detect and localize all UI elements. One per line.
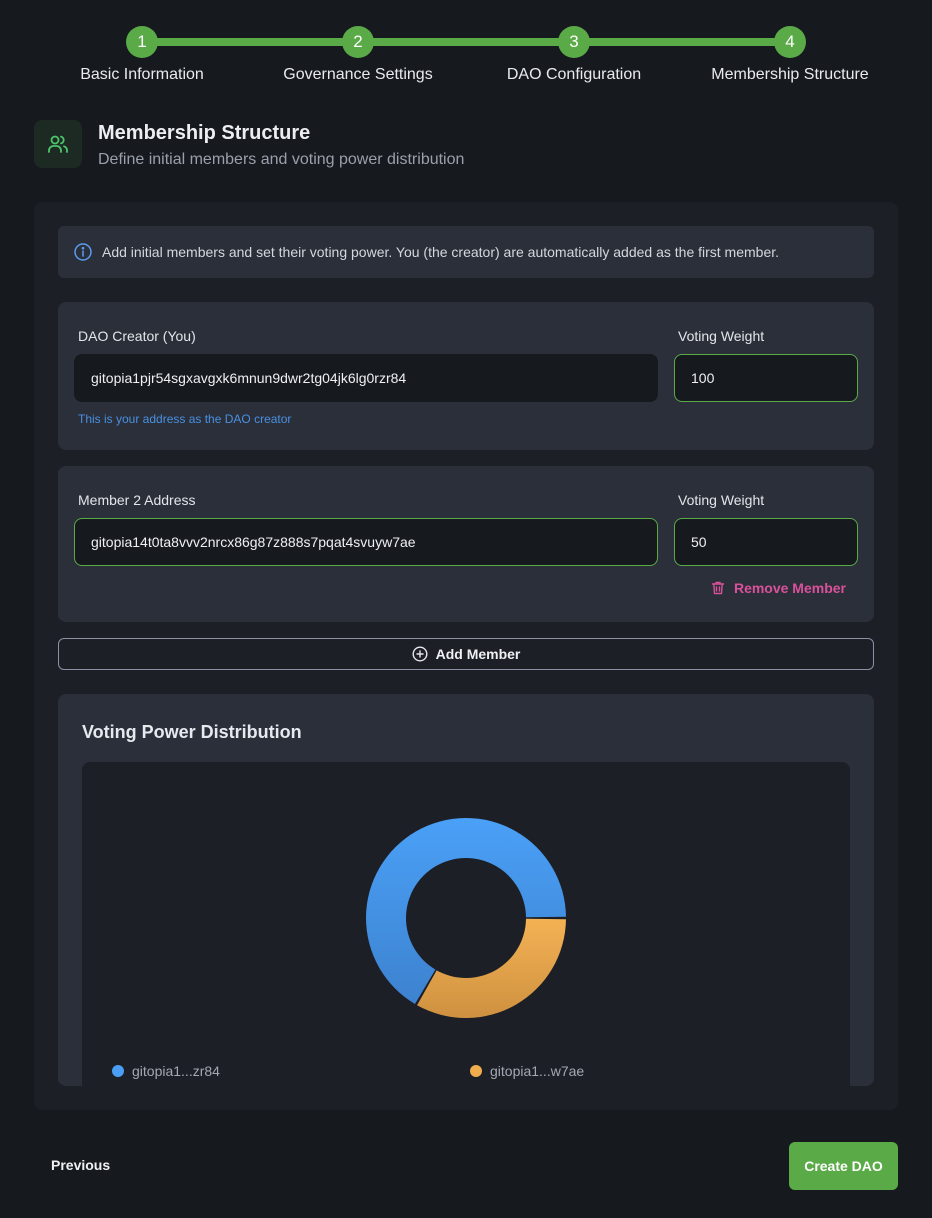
chart-area: gitopia1...zr84 gitopia1...w7ae bbox=[82, 762, 850, 1086]
page-subtitle: Define initial members and voting power … bbox=[98, 151, 465, 168]
legend-label: gitopia1...w7ae bbox=[490, 1063, 585, 1079]
remove-member-label: Remove Member bbox=[733, 580, 846, 596]
stepper-progress-line bbox=[142, 38, 790, 46]
member-2-weight-label: Voting Weight bbox=[678, 492, 765, 508]
step-number: 4 bbox=[774, 26, 806, 58]
creator-address-label: DAO Creator (You) bbox=[78, 328, 196, 344]
remove-member-button[interactable]: Remove Member bbox=[710, 580, 846, 596]
step-label: Basic Information bbox=[80, 66, 204, 83]
info-icon bbox=[74, 243, 92, 261]
donut-slice-2[interactable] bbox=[417, 918, 566, 1018]
add-member-button[interactable]: Add Member bbox=[58, 638, 874, 670]
creator-address-hint: This is your address as the DAO creator bbox=[78, 412, 292, 426]
previous-button[interactable]: Previous bbox=[51, 1157, 110, 1173]
section-header: Membership Structure Define initial memb… bbox=[34, 120, 464, 169]
info-banner: Add initial members and set their voting… bbox=[58, 226, 874, 278]
member-2-weight-input[interactable]: 50 bbox=[674, 518, 858, 566]
users-icon bbox=[34, 120, 82, 168]
add-member-label: Add Member bbox=[435, 646, 521, 662]
step-basic-information[interactable]: 1 Basic Information bbox=[52, 26, 232, 84]
step-label: Governance Settings bbox=[283, 66, 433, 83]
donut-chart bbox=[365, 818, 566, 1018]
step-label: DAO Configuration bbox=[506, 66, 642, 83]
plus-circle-icon bbox=[412, 646, 428, 662]
legend-swatch bbox=[470, 1065, 482, 1077]
step-membership-structure[interactable]: 4 Membership Structure bbox=[700, 26, 880, 84]
step-governance-settings[interactable]: 2 Governance Settings bbox=[268, 26, 448, 84]
step-number: 3 bbox=[558, 26, 590, 58]
create-dao-button[interactable]: Create DAO bbox=[789, 1142, 898, 1190]
creator-address-field[interactable]: gitopia1pjr54sgxavgxk6mnun9dwr2tg04jk6lg… bbox=[74, 354, 658, 402]
trash-icon bbox=[710, 580, 726, 596]
info-text: Add initial members and set their voting… bbox=[102, 244, 780, 260]
creator-weight-label: Voting Weight bbox=[678, 328, 765, 344]
legend-item-creator[interactable]: gitopia1...zr84 bbox=[112, 1063, 220, 1079]
step-dao-configuration[interactable]: 3 DAO Configuration bbox=[484, 26, 664, 84]
page-title: Membership Structure bbox=[98, 122, 311, 144]
legend-swatch bbox=[112, 1065, 124, 1077]
legend-label: gitopia1...zr84 bbox=[132, 1063, 220, 1079]
member-row-2: Member 2 Address gitopia14t0ta8vvv2nrcx8… bbox=[58, 466, 874, 622]
legend-item-member-2[interactable]: gitopia1...w7ae bbox=[470, 1063, 584, 1079]
creator-weight-input[interactable]: 100 bbox=[674, 354, 858, 402]
progress-stepper: 1 Basic Information 2 Governance Setting… bbox=[0, 26, 932, 96]
voting-power-chart-panel: Voting Power Distribution gitopia1...zr8… bbox=[58, 694, 874, 1086]
member-2-address-label: Member 2 Address bbox=[78, 492, 196, 508]
membership-card: Add initial members and set their voting… bbox=[34, 202, 898, 1110]
step-label: Membership Structure bbox=[711, 66, 869, 83]
step-number: 1 bbox=[126, 26, 158, 58]
chart-title: Voting Power Distribution bbox=[82, 722, 302, 742]
member-row-creator: DAO Creator (You) gitopia1pjr54sgxavgxk6… bbox=[58, 302, 874, 450]
step-number: 2 bbox=[342, 26, 374, 58]
member-2-address-input[interactable]: gitopia14t0ta8vvv2nrcx86g87z888s7pqat4sv… bbox=[74, 518, 658, 566]
